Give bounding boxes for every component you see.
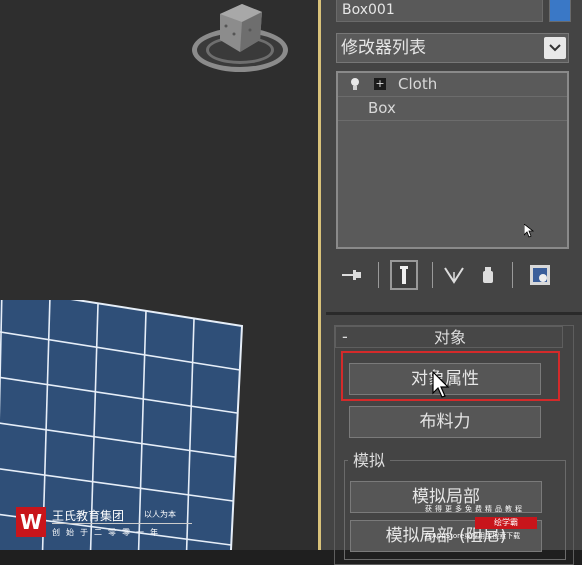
simulation-group-label: 模拟 — [348, 451, 391, 471]
cloth-forces-button[interactable]: 布料力 — [349, 406, 541, 438]
ad-brand-badge: 绘学霸 — [475, 517, 537, 529]
make-unique-icon[interactable] — [440, 260, 468, 290]
remove-modifier-icon[interactable] — [474, 260, 502, 290]
modifier-list-dropdown[interactable]: 修改器列表 — [336, 33, 569, 63]
configure-modifier-sets-icon[interactable] — [526, 260, 554, 290]
perspective-viewport[interactable] — [0, 0, 318, 550]
modifier-list-label: 修改器列表 — [341, 38, 426, 58]
stack-item-box[interactable]: Box — [338, 97, 567, 121]
chevron-down-icon[interactable] — [544, 37, 566, 59]
modifier-stack[interactable]: + Cloth Box — [336, 71, 569, 249]
object-name-field[interactable]: Box001 — [336, 0, 543, 22]
lightbulb-icon[interactable] — [350, 77, 360, 91]
rollout-title: 对象 — [433, 328, 466, 347]
mouse-cursor-icon — [432, 371, 450, 398]
mouse-cursor-icon — [524, 224, 534, 238]
collapse-minus-icon[interactable]: - — [342, 327, 348, 347]
viewcube-icon[interactable] — [212, 0, 268, 58]
stack-item-label: Box — [368, 99, 396, 117]
company-name: 王氏教育集团 — [52, 509, 125, 523]
stack-item-cloth[interactable]: + Cloth — [338, 73, 567, 97]
stack-toolbar — [336, 258, 569, 294]
object-rollout-header[interactable]: 对象 - — [335, 326, 563, 348]
stack-item-label: Cloth — [398, 75, 438, 93]
watermark-divider — [52, 523, 192, 524]
panel-divider — [326, 312, 582, 315]
company-founded: 创始于二零零一年 — [52, 528, 164, 537]
company-logo-icon: W — [16, 507, 46, 537]
expand-plus-icon[interactable]: + — [374, 78, 386, 90]
company-watermark: W 王氏教育集团 以人为本 创始于二零零一年 — [16, 507, 216, 547]
show-end-result-icon[interactable] — [390, 260, 418, 290]
company-slogan: 以人为本 — [144, 510, 176, 519]
ad-tagline: 获得更多免费精品教程 — [425, 505, 525, 513]
object-color-swatch[interactable] — [549, 0, 571, 22]
pin-stack-icon[interactable] — [338, 260, 366, 290]
app-ad-watermark: 获得更多免费精品教程 绘学霸 在AppStore或应用宝搜索下载 — [425, 504, 582, 550]
ad-download-text: 在AppStore或应用宝搜索下载 — [425, 532, 521, 540]
